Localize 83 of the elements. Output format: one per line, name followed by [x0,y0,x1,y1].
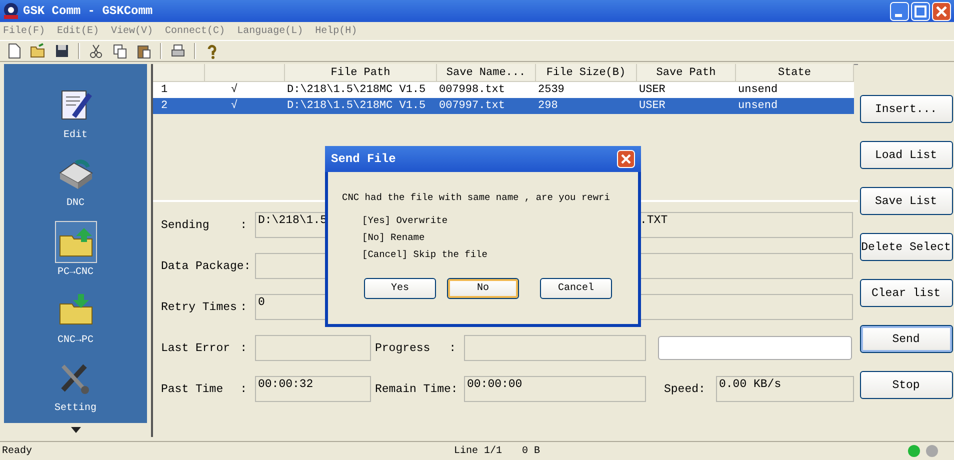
menu-item[interactable]: Connect(C) [165,26,226,36]
field-label: Last Error [161,342,230,354]
dialog-button[interactable]: No [447,278,519,299]
new-file-icon[interactable] [6,43,22,59]
option-text: [No] Rename [361,232,426,243]
table-cell: unsend [736,82,854,98]
colon-mark: : [449,342,457,354]
field-label: Progress [375,342,430,354]
copy-icon[interactable] [112,43,128,59]
table-cell: 298 [536,98,637,114]
dialog-button[interactable]: Yes [364,278,436,299]
field-label: Data Package: [161,260,251,272]
maximize-button[interactable] [911,2,930,20]
column-header: File Path [285,64,437,82]
table-cell: 007997.txt [437,98,536,114]
colon-mark: : [240,300,248,314]
colon-mark: : [240,342,248,354]
scissors-icon[interactable] [88,43,104,59]
colon-mark: : [240,218,248,232]
table-cell: 1 [153,82,205,98]
field-value: 00:00:00 [467,378,522,391]
field-value: 0.00 KB/s [719,378,782,391]
menu-item[interactable]: Language(L) [237,26,304,36]
menu-item[interactable]: File(F) [3,26,46,36]
table-cell: unsend [736,98,854,114]
table-cell: D:\218\1.5\218MC V1.5 [285,98,437,114]
printer-icon[interactable] [170,43,186,59]
save-icon[interactable] [54,43,70,59]
close-button[interactable] [617,150,635,168]
table-cell: √ [205,98,285,114]
action-button[interactable]: Insert... [860,95,952,123]
paste-icon[interactable] [136,43,152,59]
byte-count: 0 B [522,446,540,456]
field-label: Speed: [664,382,706,396]
menu-item[interactable]: Edit(E) [57,26,100,36]
sidebar-label[interactable]: PC→CNC [57,266,94,278]
table-cell: USER [637,98,736,114]
action-button[interactable]: Load List [860,141,952,169]
table-cell: 007998.txt [437,82,536,98]
table-row[interactable]: 2 √ D:\218\1.5\218MC V1.5 007997.txt 298 USER unsend [153,98,858,114]
minimize-button[interactable] [890,2,909,20]
window-title: GSK Comm - GSKComm [23,4,153,18]
field-label: Sending [161,218,210,232]
sidebar-label[interactable]: DNC [66,198,84,210]
option-text: [Yes] Overwrite [361,215,449,226]
action-button[interactable]: Stop [860,371,952,399]
close-button[interactable] [932,2,951,20]
table-cell: 2 [153,98,205,114]
column-header: File Size(B) [536,64,637,82]
column-header: State [736,64,854,82]
table-cell: 2539 [536,82,637,98]
field-value: .TXT [640,214,668,227]
field-label: Remain Time: [375,382,458,396]
action-button[interactable]: Clear list [860,279,952,307]
column-header: Save Name... [437,64,536,82]
field-value: 00:00:32 [258,378,314,391]
field-label: Retry Times [161,300,237,314]
field-value: 0 [258,296,265,309]
colon-mark: : [240,382,248,396]
app-logo-icon [3,3,19,19]
action-button[interactable]: Save List [860,187,952,215]
open-folder-icon[interactable] [30,43,46,59]
table-cell: D:\218\1.5\218MC V1.5 [285,82,437,98]
menu-item[interactable]: View(V) [111,26,154,36]
dialog-title: Send File [331,152,396,166]
field-label: Past Time [161,382,224,396]
table-cell: √ [205,82,285,98]
action-button[interactable]: Send [860,325,952,353]
sidebar-label[interactable]: CNC→PC [57,334,94,346]
sidebar-label[interactable]: Edit [63,130,88,141]
table-row[interactable]: 1 √ D:\218\1.5\218MC V1.5 007998.txt 2539 USER unsend [153,82,858,98]
table-cell: USER [637,82,736,98]
line-count: Line 1/1 [454,446,502,456]
status-text: Ready [1,446,34,456]
menu-item[interactable]: Help(H) [315,26,358,36]
dialog-message: CNC had the file with same name , are you rewri [341,192,611,203]
sidebar-label[interactable]: Setting [54,403,96,414]
action-button[interactable]: Delete Select [860,233,952,261]
dialog-button[interactable]: Cancel [540,278,612,299]
scroll-down-icon[interactable] [70,427,80,433]
field-value: D:\218\1.5 [258,214,328,227]
option-text: [Cancel] Skip the file [361,249,488,260]
column-header: Save Path [637,64,736,82]
